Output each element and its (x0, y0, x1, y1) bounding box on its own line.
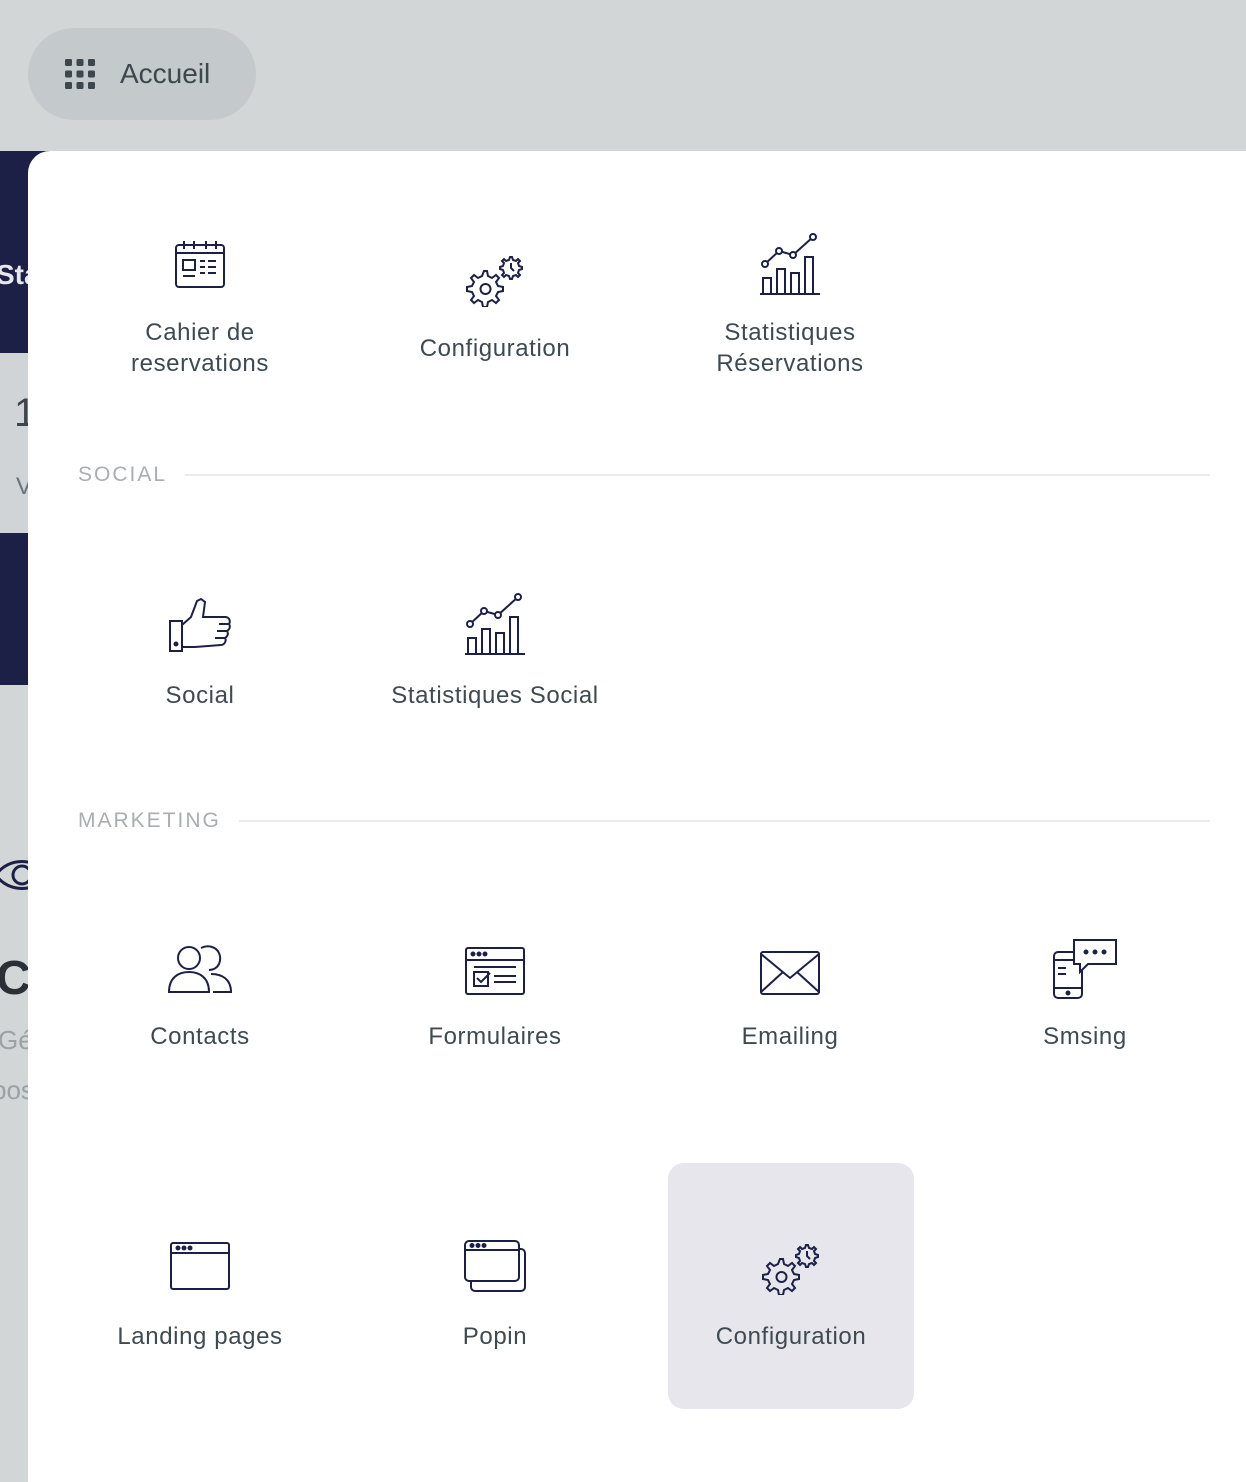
menu-item-contacts[interactable]: Contacts (77, 918, 323, 1164)
form-icon (465, 947, 525, 995)
popup-window-icon (464, 1240, 526, 1292)
section-title: SOCIAL (78, 460, 186, 490)
menu-item-label: Statistiques Réservations (667, 317, 913, 379)
menu-item-statistiques-reservations[interactable]: Statistiques Réservations (667, 215, 913, 461)
menu-item-label: Cahier de reservations (77, 317, 323, 379)
section-title: MARKETING (78, 806, 239, 836)
menu-item-label-line2: Réservations (716, 350, 864, 377)
gears-icon (762, 1244, 819, 1295)
menu-item-popin[interactable]: Popin (372, 1163, 618, 1409)
home-button-label: Accueil (120, 58, 211, 89)
section-header-marketing: MARKETING (78, 806, 1210, 836)
menu-item-label: Emailing (741, 1023, 839, 1050)
menu-item-smsing[interactable]: Smsing (962, 918, 1208, 1164)
apps-grid-icon (65, 59, 95, 89)
section-divider (78, 474, 1210, 476)
menu-item-emailing[interactable]: Emailing (667, 918, 913, 1164)
menu-item-label: Contacts (150, 1023, 250, 1050)
menu-item-label: Popin (462, 1323, 528, 1350)
thumbs-up-icon (169, 597, 231, 652)
gears-icon (466, 256, 523, 307)
sms-phone-icon (1053, 939, 1117, 999)
section-divider (78, 820, 1210, 822)
calendar-icon (175, 241, 225, 288)
menu-item-configuration[interactable]: Configuration (372, 215, 618, 461)
menu-item-cahier-de-reservations[interactable]: Cahier de reservations (77, 215, 323, 461)
top-bar: Accueil (0, 0, 1246, 151)
menu-item-configuration-marketing[interactable]: Configuration (668, 1163, 914, 1409)
menu-item-label-line1: Statistiques (724, 319, 856, 346)
bar-chart-icon (465, 593, 525, 655)
envelope-icon (760, 951, 820, 995)
menu-item-label: Smsing (1043, 1023, 1127, 1050)
menu-item-landing-pages[interactable]: Landing pages (77, 1163, 323, 1409)
apps-menu-panel: Cahier de reservations Configuration Sta (28, 151, 1246, 1482)
menu-item-label-line1: Cahier de (145, 319, 255, 346)
menu-item-formulaires[interactable]: Formulaires (372, 918, 618, 1164)
menu-item-social[interactable]: Social (77, 577, 323, 823)
bar-chart-icon (760, 233, 820, 295)
contacts-icon (167, 945, 233, 993)
menu-item-label: Social (165, 682, 235, 709)
menu-item-label: Statistiques Social (391, 682, 599, 709)
menu-item-statistiques-social[interactable]: Statistiques Social (372, 577, 618, 823)
menu-item-label: Landing pages (117, 1323, 283, 1350)
menu-item-label: Formulaires (428, 1023, 562, 1050)
menu-item-label: Configuration (419, 335, 571, 362)
home-button[interactable]: Accueil (28, 28, 256, 120)
browser-window-icon (170, 1242, 230, 1290)
menu-item-label: Configuration (715, 1323, 867, 1350)
menu-item-label-line2: reservations (131, 350, 269, 377)
section-header-social: SOCIAL (78, 460, 1210, 490)
